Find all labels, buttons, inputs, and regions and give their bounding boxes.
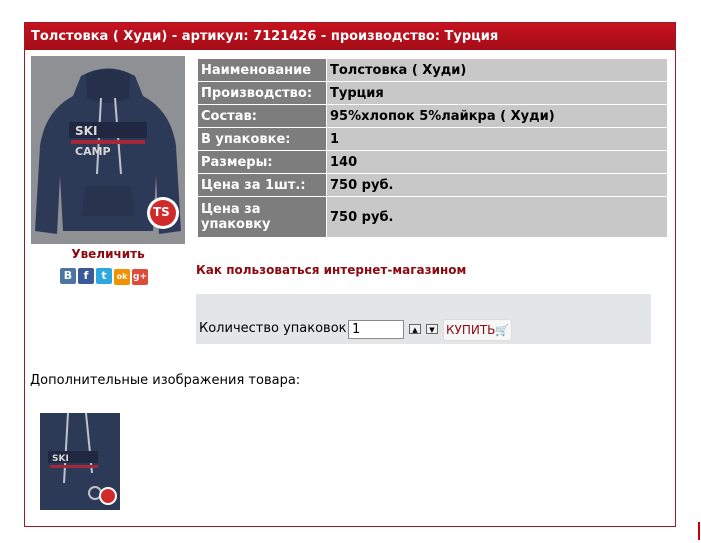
table-row: Производство: Турция bbox=[197, 81, 668, 105]
property-value: 1 bbox=[326, 127, 668, 151]
zoom-link[interactable]: Увеличить bbox=[31, 247, 185, 261]
property-value: Турция bbox=[326, 81, 668, 105]
property-key: Состав: bbox=[197, 104, 327, 128]
odnoklassniki-icon[interactable]: ok bbox=[114, 269, 130, 285]
howto-link[interactable]: Как пользоваться интернет-магазином bbox=[196, 263, 466, 277]
product-properties-table: Наименование Толстовка ( Худи) Производс… bbox=[197, 58, 668, 238]
edge-marker bbox=[698, 522, 700, 540]
property-value: 750 руб. bbox=[326, 173, 668, 197]
brand-badge: TS bbox=[153, 205, 170, 219]
extra-image-thumbnail[interactable]: SKI bbox=[40, 413, 120, 510]
buy-button[interactable]: КУПИТЬ🛒 bbox=[443, 319, 513, 341]
svg-text:SKI: SKI bbox=[52, 454, 69, 464]
property-key: Цена за упаковку bbox=[197, 196, 327, 238]
google-plus-icon[interactable]: g+ bbox=[132, 269, 148, 285]
property-key: Производство: bbox=[197, 81, 327, 105]
svg-text:CAMP: CAMP bbox=[75, 145, 111, 158]
quantity-input[interactable] bbox=[348, 320, 404, 339]
vk-icon[interactable]: B bbox=[60, 268, 76, 284]
hoodie-thumbnail-image: SKI bbox=[40, 413, 120, 510]
property-key: Цена за 1шт.: bbox=[197, 173, 327, 197]
table-row: Цена за упаковку 750 руб. bbox=[197, 196, 668, 238]
quantity-label: Количество упаковок: bbox=[199, 321, 351, 336]
property-value: 140 bbox=[326, 150, 668, 174]
table-row: Наименование Толстовка ( Худи) bbox=[197, 58, 668, 82]
svg-text:SKI: SKI bbox=[75, 124, 97, 138]
property-value: Толстовка ( Худи) bbox=[326, 58, 668, 82]
twitter-icon[interactable]: t bbox=[96, 268, 112, 284]
table-row: В упаковке: 1 bbox=[197, 127, 668, 151]
property-key: Наименование bbox=[197, 58, 327, 82]
property-value: 95%хлопок 5%лайкра ( Худи) bbox=[326, 104, 668, 128]
increment-arrow-icon[interactable]: ▲ bbox=[409, 324, 421, 334]
property-value: 750 руб. bbox=[326, 196, 668, 238]
product-title: Толстовка ( Худи) - артикул: 7121426 - п… bbox=[25, 23, 675, 50]
social-share-bar: Bf t ok g+ bbox=[60, 268, 150, 286]
buy-button-label: КУПИТЬ bbox=[446, 323, 496, 337]
table-row: Размеры: 140 bbox=[197, 150, 668, 174]
extra-images-label: Дополнительные изображения товара: bbox=[30, 373, 301, 388]
table-row: Цена за 1шт.: 750 руб. bbox=[197, 173, 668, 197]
cart-icon: 🛒 bbox=[495, 324, 510, 337]
product-panel: Толстовка ( Худи) - артикул: 7121426 - п… bbox=[24, 22, 676, 527]
facebook-icon[interactable]: f bbox=[78, 268, 94, 284]
property-key: Размеры: bbox=[197, 150, 327, 174]
buy-box: Количество упаковок: ▲ ▼ КУПИТЬ🛒 bbox=[196, 294, 651, 344]
table-row: Состав: 95%хлопок 5%лайкра ( Худи) bbox=[197, 104, 668, 128]
property-key: В упаковке: bbox=[197, 127, 327, 151]
decrement-arrow-icon[interactable]: ▼ bbox=[426, 324, 438, 334]
